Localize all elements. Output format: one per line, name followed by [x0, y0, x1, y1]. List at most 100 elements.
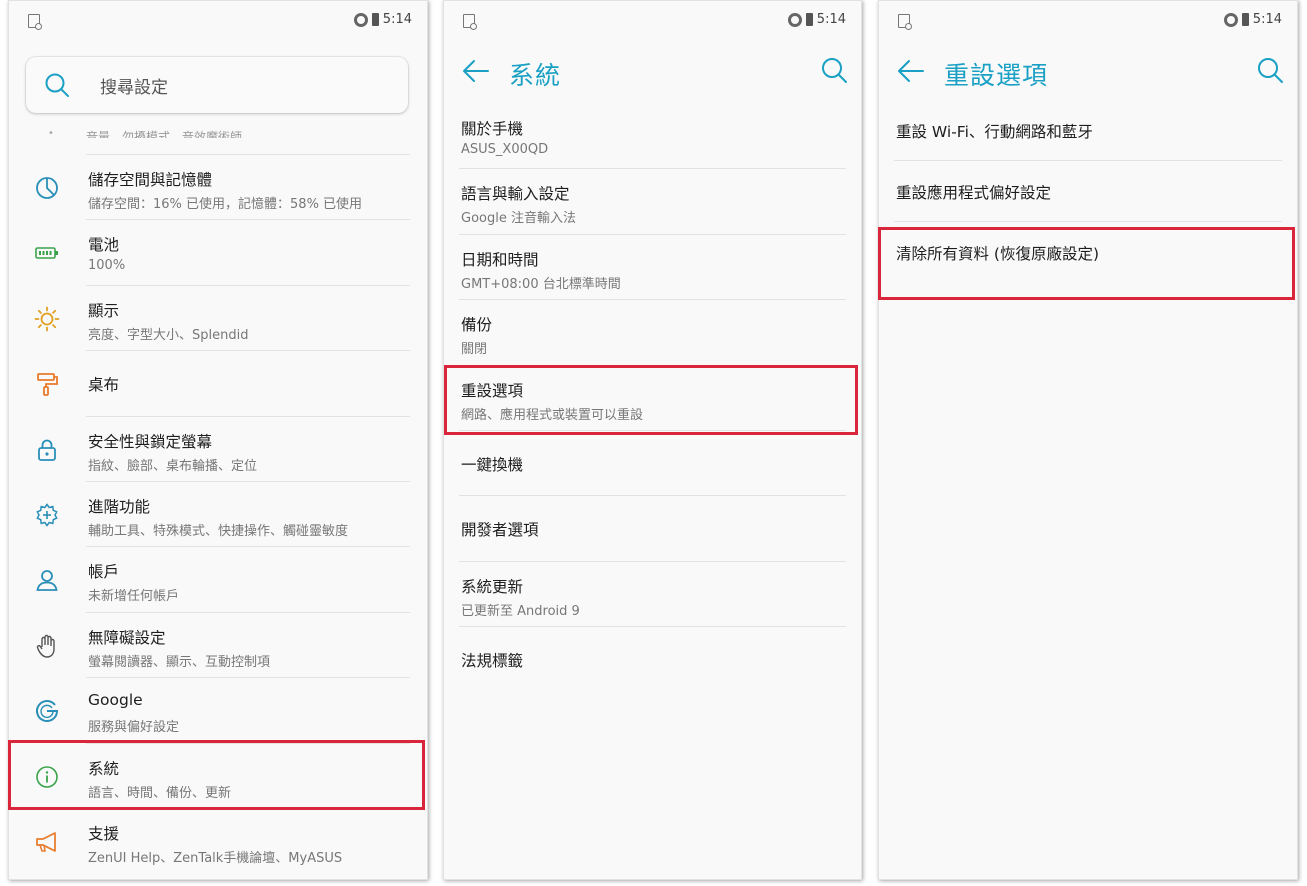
clock: 5:14	[1252, 12, 1282, 27]
item-subtitle: 服務與偏好設定	[88, 720, 180, 736]
settings-item-system[interactable]: 系統 語言、時間、備份、更新	[8, 744, 428, 809]
settings-item-support[interactable]: 支援 ZenUI Help、ZenTalk手機論壇、MyASUS	[8, 809, 428, 874]
system-list: 關於手機 ASUS_X00QD 語言與輸入設定 Google 注音輸入法 日期和…	[443, 104, 862, 693]
settings-item-storage[interactable]: 儲存空間與記憶體 儲存空間：16% 已使用，記憶體：58% 已使用	[8, 155, 428, 221]
item-title: 無障礙設定	[88, 628, 166, 647]
item-title: Google	[88, 691, 143, 710]
back-arrow-icon[interactable]	[896, 58, 926, 84]
settings-item-security[interactable]: 安全性與鎖定螢幕 指紋、臉部、桌布輪播、定位	[8, 417, 428, 482]
item-title: 儲存空間與記憶體	[88, 171, 213, 189]
item-subtitle: 語言、時間、備份、更新	[88, 785, 232, 801]
page-title: 系統	[509, 61, 562, 90]
item-subtitle: Google 注音輸入法	[461, 211, 576, 227]
settings-item-wallpaper[interactable]: 桌布	[8, 351, 428, 417]
sync-icon	[353, 12, 368, 27]
item-title: 桌布	[88, 376, 120, 395]
item-subtitle: ASUS_X00QD	[461, 142, 549, 157]
search-icon[interactable]	[1256, 56, 1284, 84]
item-title: 關於手機	[461, 120, 524, 138]
storage-icon	[36, 177, 58, 199]
item-title: 一鍵換機	[461, 455, 524, 474]
system-item-date-time[interactable]: 日期和時間 GMT+08:00 台北標準時間	[443, 235, 862, 301]
system-item-system-update[interactable]: 系統更新 已更新至 Android 9	[443, 562, 862, 628]
google-icon	[36, 700, 59, 723]
reset-item-network[interactable]: 重設 Wi-Fi、行動網路和藍牙	[878, 100, 1298, 161]
notification-icon	[28, 14, 42, 30]
search-bar[interactable]: 搜尋設定	[26, 57, 408, 113]
item-subtitle: GMT+08:00 台北標準時間	[461, 276, 621, 292]
item-subtitle: 亮度、字型大小、Splendid	[88, 327, 249, 343]
system-item-phone-clone[interactable]: 一鍵換機	[443, 431, 862, 497]
hand-icon	[36, 634, 55, 658]
status-bar: 5:14	[878, 0, 1298, 44]
paint-roller-icon	[37, 373, 58, 397]
battery-icon	[35, 247, 58, 260]
system-item-regulatory-labels[interactable]: 法規標籤	[443, 627, 862, 692]
settings-list: 儲存空間與記憶體 儲存空間：16% 已使用，記憶體：58% 已使用 電池 100…	[8, 155, 428, 874]
item-title: 語言與輸入設定	[461, 185, 570, 204]
settings-screen: 5:14 搜尋設定 • 音量、勿擾模式、音效魔術師 儲存空間與記憶體 儲存空間：…	[8, 0, 428, 880]
item-subtitle: 100%	[88, 258, 126, 274]
item-title: 重設應用程式偏好設定	[896, 184, 1052, 202]
sound-icon: •	[48, 128, 54, 139]
item-subtitle: 關閉	[461, 342, 488, 358]
item-title: 顯示	[88, 301, 120, 320]
item-subtitle: 輔助工具、特殊模式、快捷操作、觸碰靈敏度	[88, 523, 349, 539]
item-title: 法規標籤	[461, 652, 524, 671]
lock-icon	[38, 439, 56, 461]
item-title: 電池	[88, 236, 120, 255]
battery-status-icon	[1241, 13, 1249, 26]
settings-item-display[interactable]: 顯示 亮度、字型大小、Splendid	[8, 286, 428, 352]
settings-item-google[interactable]: Google 服務與偏好設定	[8, 678, 428, 744]
item-subtitle: ZenUI Help、ZenTalk手機論壇、MyASUS	[88, 850, 343, 866]
settings-item-advanced[interactable]: 進階功能 輔助工具、特殊模式、快捷操作、觸碰靈敏度	[8, 482, 428, 548]
battery-status-icon	[371, 13, 379, 26]
app-bar: 系統	[443, 44, 862, 100]
page-title: 重設選項	[944, 61, 1049, 90]
settings-item-accessibility[interactable]: 無障礙設定 螢幕閱讀器、顯示、互動控制項	[8, 613, 428, 679]
search-icon	[45, 73, 69, 97]
megaphone-icon	[36, 832, 56, 852]
search-icon[interactable]	[820, 56, 848, 84]
item-subtitle: 儲存空間：16% 已使用，記憶體：58% 已使用	[88, 197, 363, 212]
item-title: 進階功能	[88, 497, 151, 516]
item-title: 重設選項	[461, 381, 524, 400]
item-title: 備份	[461, 316, 493, 335]
item-subtitle: 指紋、臉部、桌布輪播、定位	[88, 458, 258, 474]
battery-status-icon	[805, 13, 813, 26]
system-screen: 5:14 系統 關於手機 ASUS_X00QD 語言與輸入設定 Google 注…	[443, 0, 862, 880]
clock: 5:14	[816, 12, 846, 27]
notification-icon	[898, 14, 912, 30]
item-subtitle: 螢幕閱讀器、顯示、互動控制項	[88, 654, 271, 670]
settings-item-accounts[interactable]: 帳戶 未新增任何帳戶	[8, 547, 428, 613]
reset-item-factory-reset[interactable]: 清除所有資料 (恢復原廠設定)	[878, 222, 1298, 283]
status-bar: 5:14	[443, 0, 862, 44]
item-title: 清除所有資料 (恢復原廠設定)	[896, 245, 1100, 263]
status-bar: 5:14	[8, 0, 428, 44]
reset-options-screen: 5:14 重設選項 重設 Wi-Fi、行動網路和藍牙 重設應用程式偏好設定 清除…	[878, 0, 1298, 880]
search-placeholder: 搜尋設定	[100, 78, 168, 98]
system-item-developer-options[interactable]: 開發者選項	[443, 496, 862, 562]
sync-icon	[787, 12, 802, 27]
item-subtitle: 已更新至 Android 9	[461, 603, 580, 619]
settings-item-battery[interactable]: 電池 100%	[8, 220, 428, 286]
system-item-reset-options[interactable]: 重設選項 網路、應用程式或裝置可以重設	[443, 366, 862, 431]
item-title: 支援	[88, 824, 120, 843]
clock: 5:14	[382, 12, 412, 27]
system-item-backup[interactable]: 備份 關閉	[443, 300, 862, 366]
back-arrow-icon[interactable]	[461, 58, 491, 84]
app-bar: 重設選項	[878, 44, 1298, 100]
item-title: 重設 Wi-Fi、行動網路和藍牙	[896, 123, 1093, 141]
brightness-icon	[34, 306, 60, 332]
item-title: 日期和時間	[461, 250, 539, 269]
sync-icon	[1223, 12, 1238, 27]
system-item-about-phone[interactable]: 關於手機 ASUS_X00QD	[443, 104, 862, 170]
system-item-language-input[interactable]: 語言與輸入設定 Google 注音輸入法	[443, 169, 862, 235]
reset-item-app-preferences[interactable]: 重設應用程式偏好設定	[878, 161, 1298, 222]
info-icon	[36, 765, 58, 788]
person-icon	[36, 570, 58, 592]
sound-item-subtitle: 音量、勿擾模式、音效魔術師	[86, 130, 243, 138]
item-subtitle: 未新增任何帳戶	[88, 589, 180, 605]
item-title: 系統	[88, 759, 120, 778]
gear-plus-icon	[36, 503, 58, 527]
